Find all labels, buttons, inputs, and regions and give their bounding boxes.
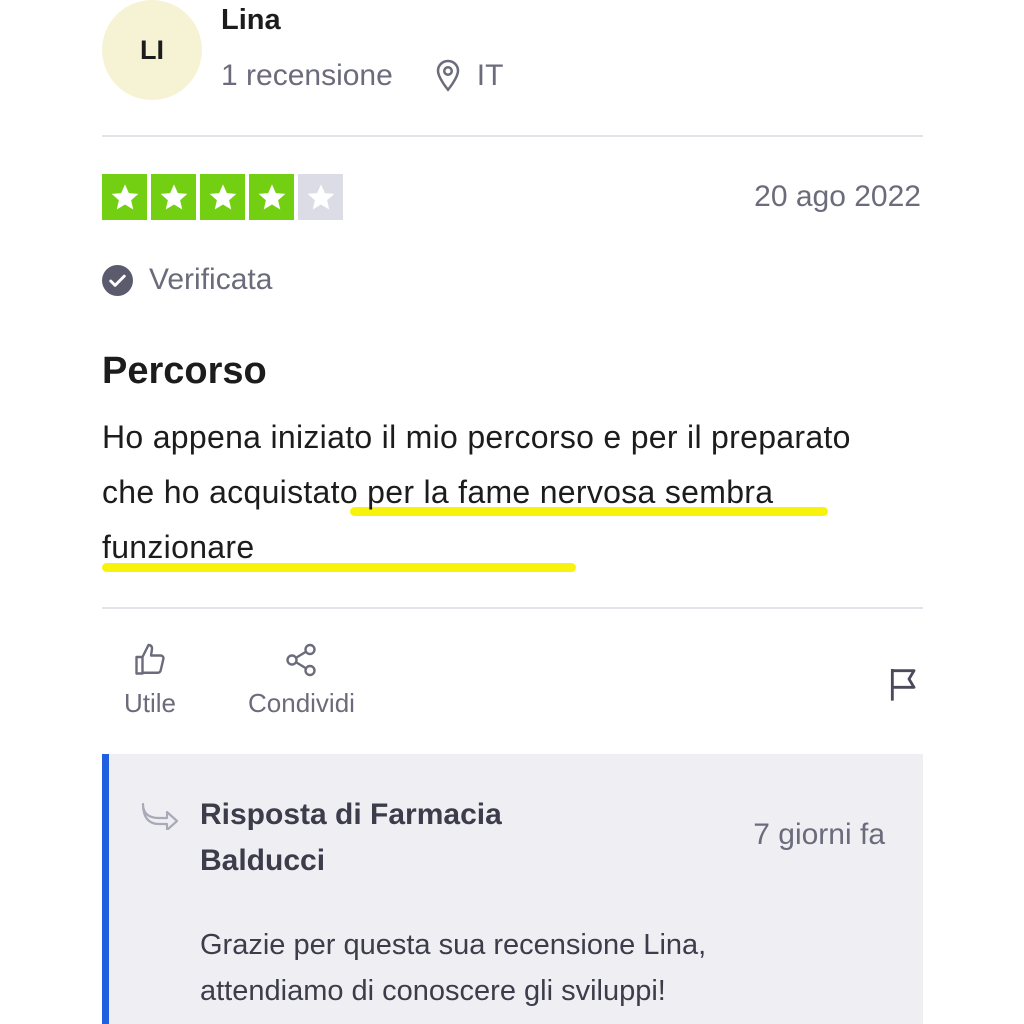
- location-pin-icon: [436, 59, 460, 92]
- share-label: Condividi: [248, 688, 355, 718]
- avatar[interactable]: LI: [102, 0, 202, 100]
- review-title: Percorso: [102, 350, 267, 392]
- star-icon: [249, 174, 294, 220]
- useful-button[interactable]: Utile: [124, 642, 176, 719]
- star-icon: [102, 174, 147, 220]
- verified-label: Verificata: [149, 263, 273, 296]
- thumbs-up-icon: [135, 643, 165, 675]
- reviewer-meta: 1 recensione IT: [221, 58, 503, 94]
- reply-time: 7 giorni fa: [753, 818, 885, 851]
- star-icon: [200, 174, 245, 220]
- reply-title: Risposta di Farmacia Balducci: [200, 798, 502, 877]
- review-date: 20 ago 2022: [754, 180, 921, 213]
- flag-icon[interactable]: [884, 664, 924, 704]
- review-text-highlighted: ho acquistato per la fame nervosa sembra…: [102, 474, 774, 565]
- useful-label: Utile: [124, 688, 177, 718]
- star-icon: [298, 174, 343, 220]
- star-rating: [102, 174, 343, 220]
- star-icon: [151, 174, 196, 220]
- review-body: Ho appena iniziato il mio percorso e per…: [102, 410, 862, 575]
- share-icon: [286, 643, 317, 677]
- divider: [102, 607, 923, 609]
- reviewer-country: IT: [476, 59, 504, 92]
- divider: [102, 135, 923, 137]
- verified-badge[interactable]: Verificata: [102, 263, 272, 297]
- verified-check-icon: [102, 264, 133, 296]
- reviewer-name[interactable]: Lina: [221, 4, 281, 37]
- company-reply: Risposta di Farmacia Balducci 7 giorni f…: [102, 754, 923, 1024]
- reply-arrow-icon: [141, 802, 179, 830]
- share-button[interactable]: Condividi: [248, 642, 355, 719]
- review-count: 1 recensione: [221, 59, 393, 92]
- reply-text: Grazie per questa sua recensione Lina, a…: [200, 929, 707, 1007]
